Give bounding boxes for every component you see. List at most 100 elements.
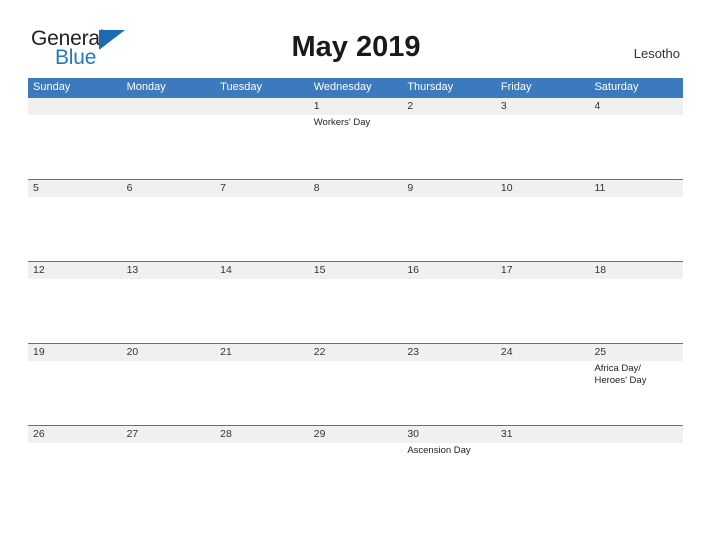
day-cell[interactable] (309, 279, 403, 343)
day-number[interactable]: 4 (589, 98, 683, 115)
event-label: Africa Day/ Heroes' Day (594, 363, 647, 386)
day-cell[interactable]: Workers' Day (309, 115, 403, 179)
day-cell[interactable] (496, 361, 590, 425)
day-number[interactable] (215, 98, 309, 115)
day-cell[interactable] (122, 197, 216, 261)
week-date-band: 5 6 7 8 9 10 11 (28, 180, 683, 197)
calendar-week-row: 1 2 3 4 Workers' Day (28, 97, 683, 179)
day-number[interactable]: 18 (589, 262, 683, 279)
day-cell[interactable] (215, 115, 309, 179)
week-event-band: Africa Day/ Heroes' Day (28, 361, 683, 425)
day-number[interactable]: 30 (402, 426, 496, 443)
day-cell[interactable] (215, 361, 309, 425)
day-number[interactable]: 10 (496, 180, 590, 197)
day-cell[interactable] (402, 279, 496, 343)
day-number[interactable]: 17 (496, 262, 590, 279)
event-label: Workers' Day (313, 117, 371, 128)
day-number[interactable] (589, 426, 683, 443)
day-number[interactable]: 23 (402, 344, 496, 361)
day-number[interactable]: 24 (496, 344, 590, 361)
day-number[interactable]: 21 (215, 344, 309, 361)
day-cell[interactable] (215, 443, 309, 507)
day-number[interactable]: 15 (309, 262, 403, 279)
weekday-header-tuesday: Tuesday (220, 81, 262, 93)
weekday-header-thursday: Thursday (407, 81, 454, 93)
day-cell[interactable] (309, 361, 403, 425)
day-number[interactable]: 12 (28, 262, 122, 279)
day-number[interactable]: 3 (496, 98, 590, 115)
day-number[interactable]: 7 (215, 180, 309, 197)
day-number[interactable]: 26 (28, 426, 122, 443)
day-cell[interactable] (28, 361, 122, 425)
day-cell[interactable] (309, 443, 403, 507)
day-number[interactable]: 25 (589, 344, 683, 361)
day-cell[interactable] (122, 443, 216, 507)
calendar-week-row: 19 20 21 22 23 24 25 Africa Day/ Heroes'… (28, 343, 683, 425)
day-number[interactable]: 11 (589, 180, 683, 197)
day-cell[interactable] (28, 443, 122, 507)
day-cell[interactable]: Africa Day/ Heroes' Day (589, 361, 683, 425)
day-number[interactable]: 8 (309, 180, 403, 197)
country-label: Lesotho (633, 46, 680, 61)
day-number[interactable]: 22 (309, 344, 403, 361)
day-cell[interactable]: Ascension Day (402, 443, 496, 507)
week-event-band: Workers' Day (28, 115, 683, 179)
day-cell[interactable] (496, 115, 590, 179)
day-cell[interactable] (496, 197, 590, 261)
day-cell[interactable] (122, 361, 216, 425)
day-cell[interactable] (28, 197, 122, 261)
week-date-band: 12 13 14 15 16 17 18 (28, 262, 683, 279)
page-header: General Blue May 2019 Lesotho (0, 0, 712, 76)
day-number[interactable]: 16 (402, 262, 496, 279)
weekday-header-wednesday: Wednesday (313, 81, 372, 93)
day-cell[interactable] (402, 361, 496, 425)
day-number[interactable]: 19 (28, 344, 122, 361)
page-title: May 2019 (291, 31, 421, 63)
day-number[interactable]: 2 (402, 98, 496, 115)
weekday-header-saturday: Saturday (594, 81, 639, 93)
day-cell[interactable] (122, 115, 216, 179)
calendar-grid: Sunday Monday Tuesday Wednesday Thursday… (28, 78, 683, 507)
day-number[interactable]: 9 (402, 180, 496, 197)
day-cell[interactable] (589, 279, 683, 343)
day-cell[interactable] (215, 279, 309, 343)
day-number[interactable]: 31 (496, 426, 590, 443)
event-label: Ascension Day (407, 445, 471, 456)
weekday-header-friday: Friday (500, 81, 532, 93)
week-date-band: 26 27 28 29 30 31 (28, 426, 683, 443)
day-number[interactable]: 1 (309, 98, 403, 115)
calendar-week-row: 26 27 28 29 30 31 Ascension Day (28, 425, 683, 507)
calendar-week-row: 12 13 14 15 16 17 18 (28, 261, 683, 343)
weekday-header-row: Sunday Monday Tuesday Wednesday Thursday… (28, 78, 683, 97)
day-number[interactable]: 28 (215, 426, 309, 443)
calendar-week-row: 5 6 7 8 9 10 11 (28, 179, 683, 261)
day-cell[interactable] (402, 115, 496, 179)
day-cell[interactable] (28, 279, 122, 343)
weekday-header-monday: Monday (126, 81, 166, 93)
weekday-header-sunday: Sunday (33, 81, 71, 93)
day-number[interactable] (28, 98, 122, 115)
day-number[interactable]: 5 (28, 180, 122, 197)
week-date-band: 19 20 21 22 23 24 25 (28, 344, 683, 361)
day-number[interactable]: 6 (122, 180, 216, 197)
day-number[interactable] (122, 98, 216, 115)
day-cell[interactable] (496, 279, 590, 343)
day-cell[interactable] (215, 197, 309, 261)
day-cell[interactable] (122, 279, 216, 343)
day-cell[interactable] (28, 115, 122, 179)
week-event-band (28, 279, 683, 343)
day-cell[interactable] (496, 443, 590, 507)
day-cell[interactable] (402, 197, 496, 261)
day-cell[interactable] (589, 197, 683, 261)
day-number[interactable]: 29 (309, 426, 403, 443)
day-number[interactable]: 13 (122, 262, 216, 279)
day-cell[interactable] (589, 443, 683, 507)
day-cell[interactable] (309, 197, 403, 261)
day-cell[interactable] (589, 115, 683, 179)
day-number[interactable]: 27 (122, 426, 216, 443)
day-number[interactable]: 20 (122, 344, 216, 361)
day-number[interactable]: 14 (215, 262, 309, 279)
week-date-band: 1 2 3 4 (28, 98, 683, 115)
week-event-band: Ascension Day (28, 443, 683, 507)
week-event-band (28, 197, 683, 261)
